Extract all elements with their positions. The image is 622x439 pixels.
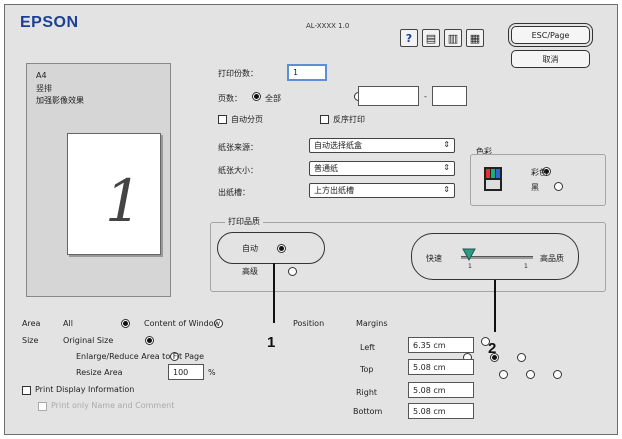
print-quality-title: 打印品质 — [225, 216, 263, 227]
layout-doc-icon[interactable]: ▦ — [466, 29, 484, 47]
margin-right-input[interactable]: 5.08 cm — [408, 382, 474, 398]
output-tray-value: 上方出纸槽 — [314, 186, 354, 195]
callout-oval-1 — [217, 232, 325, 264]
print-name-checkbox[interactable] — [38, 402, 47, 411]
pages-from-input[interactable] — [358, 86, 419, 106]
color-label: 彩色 — [531, 168, 547, 177]
pages-all-label: 全部 — [265, 94, 281, 103]
resize-input[interactable]: 100 — [168, 364, 204, 380]
paper-source-value: 自动选择纸盒 — [314, 141, 362, 150]
margins-label: Margins — [356, 319, 388, 328]
margin-top-label: Top — [360, 365, 374, 374]
esc-page-button[interactable]: ESC/Page — [511, 26, 590, 44]
paper-size-popup[interactable]: 普通纸 ⇕ — [309, 161, 455, 176]
area-all-label: All — [63, 319, 73, 328]
copies-input[interactable]: 1 — [287, 64, 327, 81]
position-label: Position — [293, 319, 325, 328]
preview-note: 加强影像效果 — [36, 96, 84, 105]
pages-dash: - — [424, 92, 427, 101]
reverse-checkbox[interactable] — [320, 115, 329, 124]
margin-bottom-label: Bottom — [353, 407, 383, 416]
printer-model: AL-XXXX 1.0 — [306, 22, 350, 30]
print-name-label: Print only Name and Comment — [51, 401, 175, 410]
position-br-radio[interactable] — [552, 370, 562, 379]
paper-source-label: 纸张来源： — [218, 143, 258, 152]
callout-line-2 — [494, 280, 496, 332]
output-tray-label: 出纸槽： — [218, 188, 250, 197]
size-label: Size — [22, 336, 39, 345]
margin-top-input[interactable]: 5.08 cm — [408, 359, 474, 375]
reverse-label: 反序打印 — [333, 115, 365, 124]
collate-checkbox[interactable] — [218, 115, 227, 124]
bw-label: 黑 — [531, 183, 539, 192]
size-resize-label: Resize Area — [76, 368, 123, 377]
callout-oval-2 — [411, 233, 579, 280]
pages-all-radio[interactable] — [252, 92, 261, 101]
position-bc-radio[interactable] — [525, 370, 535, 379]
paper-size-label: 纸张大小： — [218, 166, 258, 175]
bw-radio[interactable] — [553, 182, 563, 191]
cancel-button[interactable]: 取消 — [511, 50, 590, 68]
pages-to-input[interactable] — [432, 86, 467, 106]
margin-right-label: Right — [356, 388, 378, 397]
margin-left-label: Left — [360, 343, 376, 352]
position-bl-radio[interactable] — [498, 370, 508, 379]
printer-color-icon — [484, 167, 502, 191]
epson-logo: EPSON — [20, 14, 79, 31]
print-display-label: Print Display Information — [35, 385, 135, 394]
quality-advanced-label: 高级 — [242, 267, 258, 276]
help-icon[interactable]: ? — [400, 29, 418, 47]
margin-left-input[interactable]: 6.35 cm — [408, 337, 474, 353]
margin-bottom-input[interactable]: 5.08 cm — [408, 403, 474, 419]
updown-arrow-icon: ⇕ — [443, 163, 450, 172]
preview-paper-size: A4 — [36, 71, 47, 80]
size-enlarge-label: Enlarge/Reduce Area to Fit Page — [76, 352, 205, 361]
document-icon[interactable]: ▤ — [422, 29, 440, 47]
updown-arrow-icon: ⇕ — [443, 140, 450, 149]
page-number: 1 — [105, 167, 142, 235]
resize-unit: % — [208, 368, 216, 377]
position-mr-radio[interactable] — [517, 353, 526, 362]
print-display-checkbox[interactable] — [22, 386, 31, 395]
paper-source-popup[interactable]: 自动选择纸盒 ⇕ — [309, 138, 455, 153]
paper-size-value: 普通纸 — [314, 164, 338, 173]
size-original-radio[interactable] — [145, 336, 154, 345]
pages-label: 页数： — [218, 94, 242, 103]
area-window-label: Content of Window — [144, 319, 221, 328]
callout-line-1 — [273, 263, 275, 323]
size-original-label: Original Size — [63, 336, 114, 345]
collate-label: 自动分页 — [231, 115, 263, 124]
updown-arrow-icon: ⇕ — [443, 185, 450, 194]
copies-label: 打印份数： — [218, 69, 258, 78]
area-label: Area — [22, 319, 41, 328]
callout-number-1: 1 — [267, 334, 276, 351]
preview-orientation: 竖排 — [36, 84, 52, 93]
settings-doc-icon[interactable]: ▥ — [444, 29, 462, 47]
output-tray-popup[interactable]: 上方出纸槽 ⇕ — [309, 183, 455, 198]
